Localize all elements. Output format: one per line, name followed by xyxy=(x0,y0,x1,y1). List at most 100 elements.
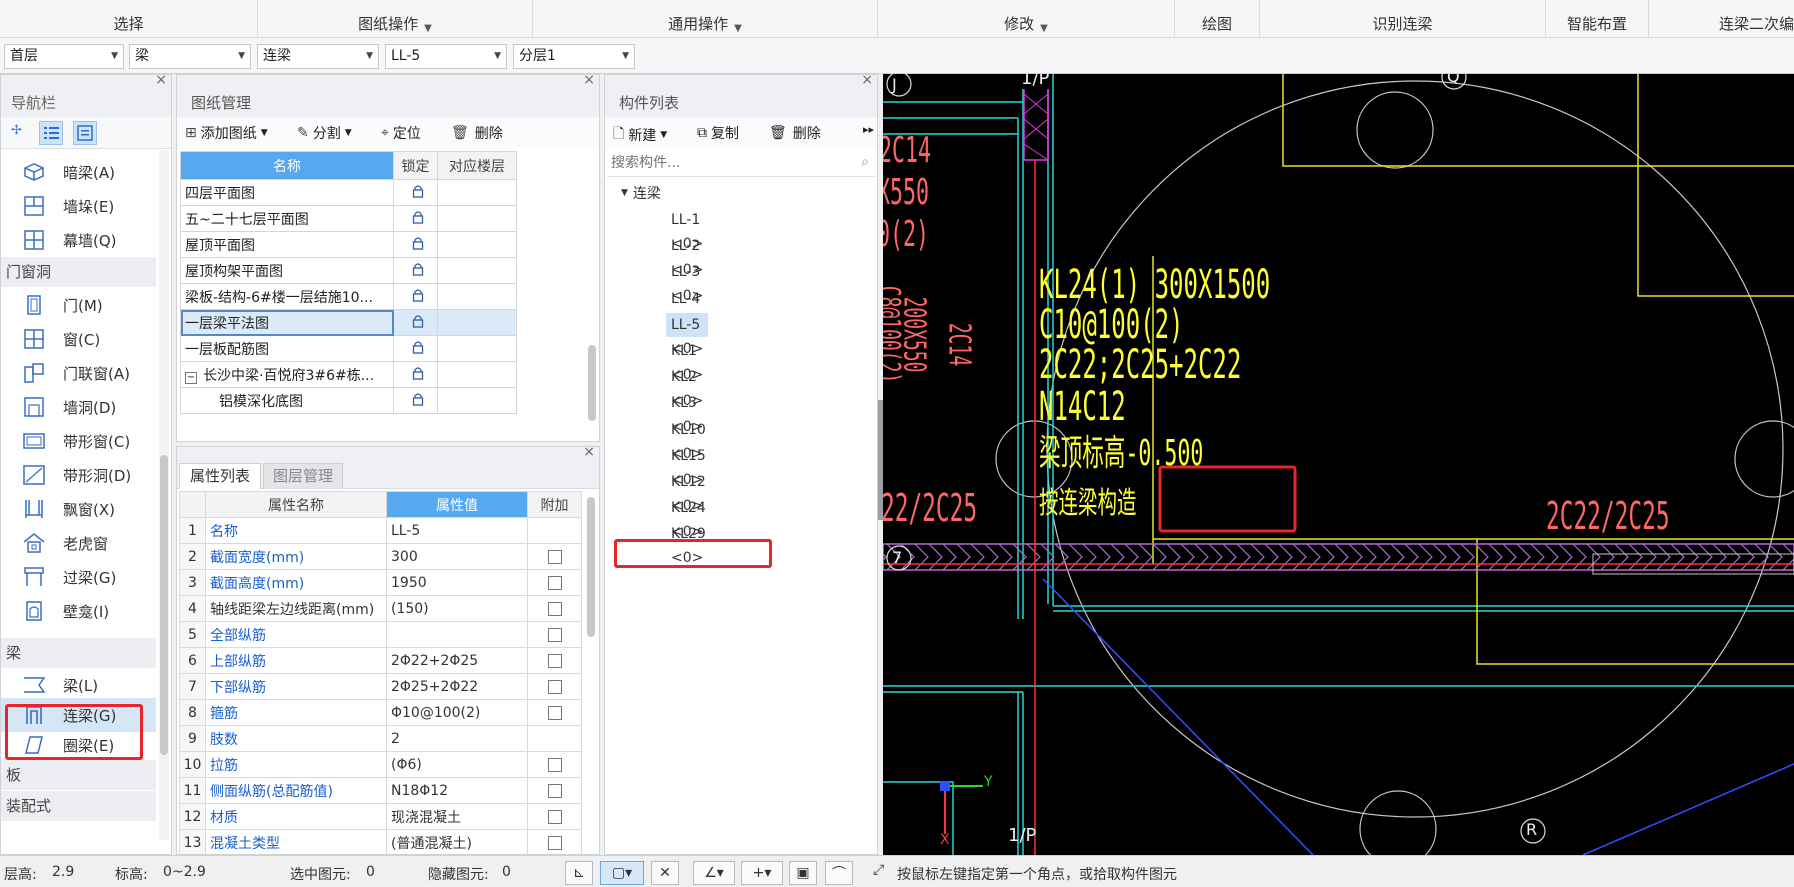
new-component-button[interactable]: 🗋 新建 ▼ xyxy=(613,123,667,147)
nav-item-lintel[interactable]: 过梁(G) xyxy=(1,560,156,594)
lock-icon[interactable] xyxy=(411,340,425,354)
drawing-floor-cell[interactable] xyxy=(437,205,517,232)
layer-select[interactable]: 分层1 ▼ xyxy=(513,44,635,69)
drawing-lock-cell[interactable] xyxy=(393,231,438,258)
drawing-floor-cell[interactable] xyxy=(437,257,517,284)
extra-checkbox[interactable] xyxy=(547,679,562,694)
nav-item-beam[interactable]: 梁(L) xyxy=(1,668,156,702)
property-extra[interactable] xyxy=(527,751,582,778)
property-value[interactable]: Φ10@100(2) xyxy=(386,699,528,726)
ribbon-group-modify[interactable]: 修改 ▼ xyxy=(878,0,1175,38)
nav-item-window[interactable]: 窗(C) xyxy=(1,322,156,356)
drawing-floor-cell[interactable] xyxy=(437,231,517,258)
extra-checkbox[interactable] xyxy=(547,783,562,798)
component-select[interactable]: LL-5 ▼ xyxy=(385,44,507,69)
delete-component-button[interactable]: 🗑 删除 xyxy=(769,123,821,143)
drawing-floor-cell[interactable] xyxy=(437,361,517,388)
drawing-lock-cell[interactable] xyxy=(393,179,438,206)
drawing-floor-cell[interactable] xyxy=(437,335,517,362)
component-item[interactable]: KL1 <0> xyxy=(666,339,708,383)
drawing-lock-cell[interactable] xyxy=(393,387,438,414)
drawing-row[interactable]: 梁板-结构-6#楼一层结施10... xyxy=(180,283,517,310)
floor-select[interactable]: 首层 ▼ xyxy=(4,44,124,69)
lock-icon[interactable] xyxy=(411,184,425,198)
tab-properties[interactable]: 属性列表 xyxy=(179,463,261,489)
nav-item-strip-window[interactable]: 带形窗(C) xyxy=(1,424,156,458)
component-item[interactable]: LL-5 <0> xyxy=(666,312,709,357)
nav-item-niche[interactable]: 壁龛(I) xyxy=(1,594,156,628)
close-icon[interactable]: × xyxy=(155,75,167,88)
drawing-floor-cell[interactable] xyxy=(437,283,517,310)
property-value[interactable]: N18Φ12 xyxy=(386,777,528,804)
ribbon-group-recognize-link-beam[interactable]: 识别连梁 xyxy=(1260,0,1546,38)
drawing-row[interactable]: − 长沙中梁·百悦府3#6#栋... xyxy=(180,361,517,388)
property-row[interactable]: 11 侧面纵筋(总配筋值) N18Φ12 xyxy=(179,777,582,804)
property-value[interactable]: LL-5 xyxy=(386,517,528,544)
lock-icon[interactable] xyxy=(411,314,425,328)
search-icon[interactable]: ⌕ xyxy=(861,154,869,170)
ribbon-group-smart-layout[interactable]: 智能布置 xyxy=(1546,0,1649,38)
close-icon[interactable]: × xyxy=(583,447,595,460)
component-item[interactable]: KL2 <0> xyxy=(666,365,708,409)
ribbon-group-link-beam-edit[interactable]: 连梁二次编 xyxy=(1649,0,1794,38)
property-row[interactable]: 6 上部纵筋 2Φ22+2Φ25 xyxy=(179,647,582,674)
drawing-floor-cell[interactable] xyxy=(437,179,517,206)
drawing-floor-cell[interactable] xyxy=(437,387,517,414)
col-header-lock[interactable]: 锁定 xyxy=(393,151,438,180)
drawing-row[interactable]: 屋顶平面图 xyxy=(180,231,517,258)
ortho-button[interactable]: ⊾ xyxy=(565,861,593,885)
component-item[interactable]: KL15 <0> xyxy=(666,444,711,488)
drawing-row[interactable]: 五~二十七层平面图 xyxy=(180,205,517,232)
property-value[interactable]: (Φ6) xyxy=(386,751,528,778)
property-extra[interactable] xyxy=(527,829,582,854)
extra-checkbox[interactable] xyxy=(547,809,562,824)
component-group-link-beam[interactable]: ▼ 连梁 xyxy=(621,183,661,203)
drawing-row[interactable]: 一层板配筋图 xyxy=(180,335,517,362)
col-header-floor[interactable]: 对应楼层 xyxy=(437,151,517,180)
property-value[interactable]: 2 xyxy=(386,725,528,752)
pin-icon[interactable]: ✢ xyxy=(11,123,22,138)
drawing-lock-cell[interactable] xyxy=(393,335,438,362)
extra-checkbox[interactable] xyxy=(547,757,562,772)
component-search-input[interactable] xyxy=(607,151,837,175)
lock-icon[interactable] xyxy=(411,262,425,276)
extra-checkbox[interactable] xyxy=(547,705,562,720)
property-extra[interactable] xyxy=(527,595,582,622)
nav-item-strip-opening[interactable]: 带形洞(D) xyxy=(1,458,156,492)
extra-checkbox[interactable] xyxy=(547,575,562,590)
property-extra[interactable] xyxy=(527,621,582,648)
cad-viewport[interactable]: J 1/P Q 7 1/P R 2C14 X550 0(2) C8@100(2)… xyxy=(883,74,1794,855)
property-row[interactable]: 5 全部纵筋 xyxy=(179,621,582,648)
component-search[interactable]: ⌕ xyxy=(607,151,875,177)
property-row[interactable]: 9 肢数 2 xyxy=(179,725,582,752)
snap-button[interactable]: ▢▾ xyxy=(600,861,644,885)
drawing-lock-cell[interactable] xyxy=(393,283,438,310)
cad-drawing[interactable] xyxy=(883,74,1794,855)
lock-icon[interactable] xyxy=(411,210,425,224)
drawing-lock-cell[interactable] xyxy=(393,361,438,388)
property-row[interactable]: 13 混凝土类型 (普通混凝土) xyxy=(179,829,582,854)
drawing-lock-cell[interactable] xyxy=(393,309,438,336)
property-row[interactable]: 4 轴线距梁左边线距离(mm) (150) xyxy=(179,595,582,622)
property-value[interactable] xyxy=(386,621,528,648)
category-select[interactable]: 梁 ▼ xyxy=(129,44,251,69)
tab-layer-manager[interactable]: 图层管理 xyxy=(263,463,343,489)
component-item[interactable]: KL3 <0> xyxy=(666,391,708,435)
nav-section-door-window[interactable]: 门窗洞 xyxy=(1,257,156,287)
nav-item-curtain-wall[interactable]: 幕墙(Q) xyxy=(1,223,156,257)
nav-scrollbar-thumb[interactable] xyxy=(160,455,168,755)
property-extra[interactable] xyxy=(527,699,582,726)
property-row[interactable]: 8 箍筋 Φ10@100(2) xyxy=(179,699,582,726)
properties-scrollbar-thumb[interactable] xyxy=(587,497,595,637)
property-row[interactable]: 12 材质 现浇混凝土 xyxy=(179,803,582,830)
lock-icon[interactable] xyxy=(411,392,425,406)
drawing-row[interactable]: 屋顶构架平面图 xyxy=(180,257,517,284)
display-button[interactable]: ▣ xyxy=(789,861,817,885)
list-view-icon[interactable] xyxy=(39,121,63,145)
property-value[interactable]: 现浇混凝土 xyxy=(386,803,528,830)
curve-button[interactable]: ⌒ xyxy=(825,861,853,885)
drawing-lock-cell[interactable] xyxy=(393,257,438,284)
cross-button[interactable]: ✕ xyxy=(651,861,679,885)
nav-item-bay-window[interactable]: 飘窗(X) xyxy=(1,492,156,526)
nav-scrollbar[interactable] xyxy=(159,150,169,840)
